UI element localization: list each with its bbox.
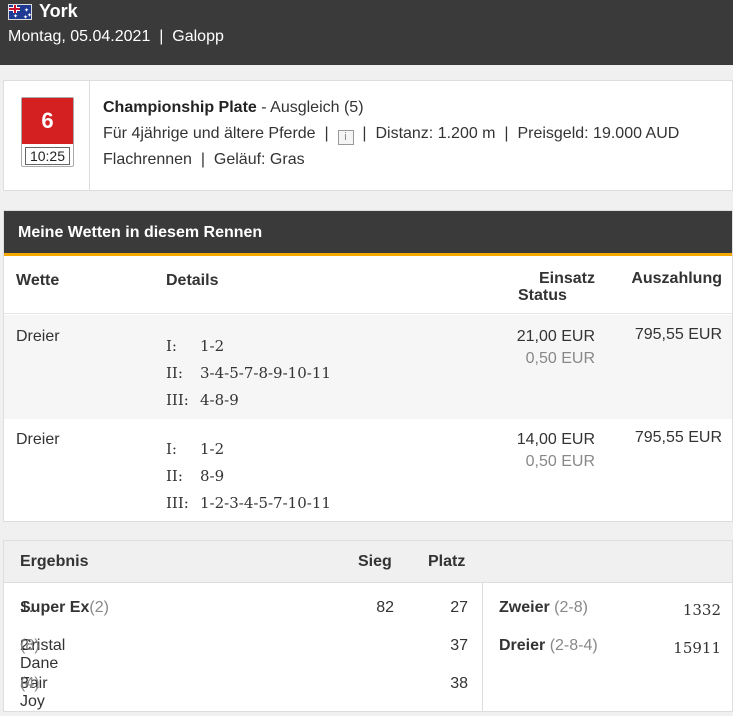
leg-value: 1-2 [200, 337, 225, 355]
leg-label: III: [166, 494, 189, 512]
race-time: 10:25 [25, 147, 70, 165]
exotic-amount: 1332 [682, 601, 721, 619]
result-title: Ergebnis [20, 553, 89, 570]
bet-legs: I: 1-2 II: 3-4-5-7-8-9-10-11 III: 4-8-9 [166, 333, 331, 414]
column-win: Sieg [358, 553, 392, 570]
meeting-subtitle: Montag, 05.04.2021 | Galopp [8, 28, 224, 46]
info-icon[interactable]: i [337, 130, 354, 145]
finisher-pos: 1. [20, 599, 34, 616]
bet-payout: 795,55 EUR [634, 429, 722, 446]
exotic-payout-row: Dreier (2-8-4) 15911 [499, 637, 721, 675]
race-going: Geläuf: Gras [213, 151, 305, 168]
finisher-number: (4) [20, 675, 40, 692]
my-bets-title: Meine Wetten in diesem Rennen [4, 211, 732, 256]
result-header: Ergebnis Sieg Platz [4, 541, 732, 583]
meeting-date: Montag, 05.04.2021 [8, 28, 151, 45]
race-conditions: Für 4jährige und ältere Pferde [103, 125, 316, 142]
finisher-row: 1. Super Ex (2) 82 27 [4, 599, 482, 637]
race-distance: Distanz: 1.200 m [375, 125, 496, 142]
bet-status: 0,50 EUR [525, 350, 595, 367]
bet-stake-status: 14,00 EUR 0,50 EUR [517, 429, 595, 473]
leg-label: II: [166, 467, 183, 485]
bet-type: Dreier [16, 431, 60, 448]
finisher-row: 3. Fair Joy (4) 38 [4, 675, 482, 713]
divider [482, 583, 483, 711]
bet-payout: 795,55 EUR [634, 326, 722, 343]
bet-status: 0,50 EUR [525, 453, 595, 470]
column-stake: Einsatz [538, 270, 595, 287]
bet-stake-status: 21,00 EUR 0,50 EUR [517, 326, 595, 370]
leg-value: 4-8-9 [200, 391, 239, 409]
race-prize: Preisgeld: 19.000 AUD [517, 125, 680, 142]
column-bet: Wette [16, 272, 60, 289]
race-class: - Ausgleich (5) [261, 99, 364, 116]
leg-value: 3-4-5-7-8-9-10-11 [200, 364, 331, 382]
finisher-number: (2) [89, 599, 109, 616]
exotic-name: Zweier [499, 599, 550, 616]
venue-title: York [39, 1, 78, 21]
finisher-row: 2. Cristal Dane (8) 37 [4, 637, 482, 675]
leg-label: I: [166, 440, 177, 458]
finisher-place: 27 [450, 599, 468, 616]
finisher-place: 37 [450, 637, 468, 654]
exotic-payout-row: Zweier (2-8) 1332 [499, 599, 721, 637]
bet-row[interactable]: Dreier I: 1-2 II: 8-9 III: 1-2-3-4-5-7-10-1… [4, 418, 732, 522]
leg-value: 1-2-3-4-5-7-10-11 [200, 494, 331, 512]
divider [89, 81, 90, 190]
bet-row[interactable]: Dreier I: 1-2 II: 3-4-5-7-8-9-10-11 III: 4-… [4, 315, 732, 419]
finisher-win: 82 [376, 599, 394, 616]
race-name: Championship Plate [103, 99, 257, 116]
leg-value: 1-2 [200, 440, 225, 458]
meeting-header: ✦ ✦ ✦ ✦ York Montag, 05.04.2021 | Galopp [0, 0, 733, 65]
column-payout: Auszahlung [631, 270, 722, 287]
finisher-place: 38 [450, 675, 468, 692]
bet-type: Dreier [16, 328, 60, 345]
leg-label: III: [166, 391, 189, 409]
result-panel: Ergebnis Sieg Platz 1. Super Ex (2) 82 2… [3, 540, 733, 712]
exotic-amount: 15911 [673, 639, 721, 657]
race-surface-type: Flachrennen [103, 151, 192, 168]
column-details: Details [166, 272, 219, 289]
race-number-badge: 6 10:25 [21, 97, 74, 167]
leg-label: II: [166, 364, 183, 382]
bet-stake: 14,00 EUR [516, 431, 595, 448]
my-bets-panel: Meine Wetten in diesem Rennen Wette Deta… [3, 210, 733, 522]
bets-column-header: Wette Details Einsatz Status Auszahlung [4, 256, 732, 314]
australia-flag-icon: ✦ ✦ ✦ ✦ [8, 4, 32, 20]
bet-stake: 21,00 EUR [516, 328, 595, 345]
leg-value: 8-9 [200, 467, 225, 485]
meeting-type: Galopp [172, 28, 224, 45]
column-place: Platz [428, 553, 466, 570]
bet-legs: I: 1-2 II: 8-9 III: 1-2-3-4-5-7-10-11 [166, 436, 331, 517]
exotic-combo: (2-8-4) [549, 637, 598, 654]
exotic-combo: (2-8) [554, 599, 588, 616]
race-card: 6 10:25 Championship Plate - Ausgleich (… [3, 80, 733, 191]
column-status: Status [518, 287, 567, 304]
race-info: Championship Plate - Ausgleich (5) Für 4… [103, 99, 680, 168]
finisher-number: (8) [20, 637, 40, 654]
exotic-name: Dreier [499, 637, 546, 654]
separator: | [159, 28, 164, 45]
race-number: 6 [22, 98, 73, 144]
leg-label: I: [166, 337, 177, 355]
